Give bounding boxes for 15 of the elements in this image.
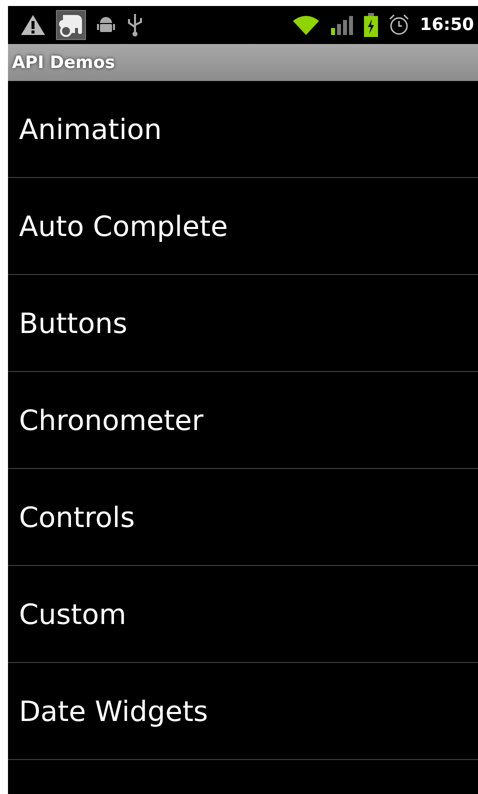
list-item[interactable]: Controls xyxy=(8,469,478,566)
list-item[interactable]: Custom xyxy=(8,566,478,663)
clock-time: 16:50 xyxy=(420,15,474,35)
list-item[interactable]: Date Widgets xyxy=(8,663,478,760)
list-item[interactable]: Chronometer xyxy=(8,372,478,469)
usb-icon xyxy=(126,13,144,37)
battery-icon xyxy=(364,13,378,37)
list-item[interactable]: Buttons xyxy=(8,275,478,372)
app-title: API Demos xyxy=(12,52,116,72)
list-item[interactable]: Animation xyxy=(8,81,478,178)
signal-icon xyxy=(330,14,354,36)
warning-icon xyxy=(20,14,46,36)
wifi-icon xyxy=(292,14,320,36)
alarm-icon xyxy=(388,14,410,36)
list-item[interactable]: Auto Complete xyxy=(8,178,478,275)
